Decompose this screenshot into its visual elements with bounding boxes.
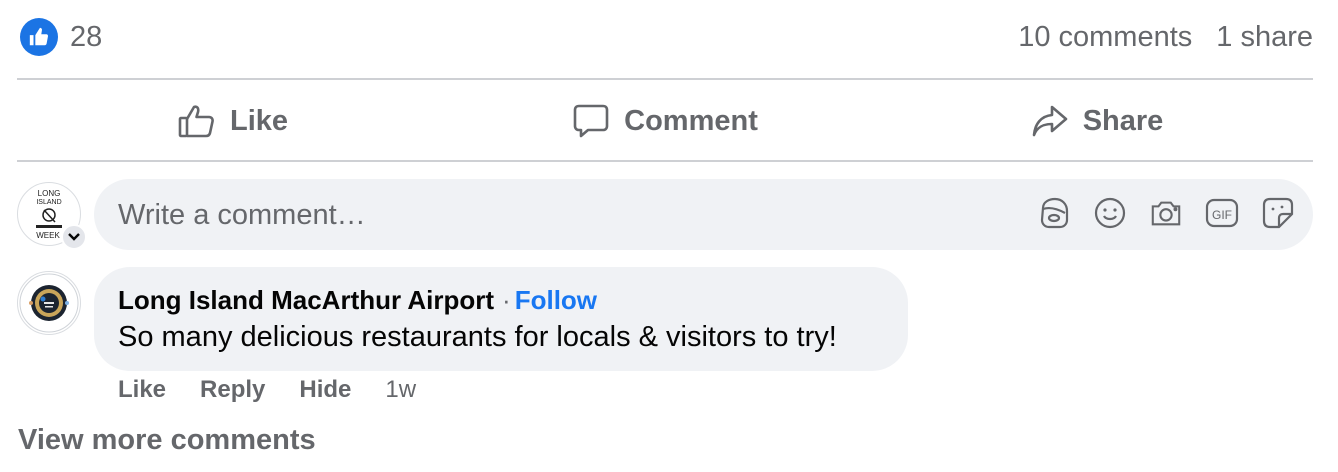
sticker-icon[interactable] <box>1261 195 1295 231</box>
svg-text:GIF: GIF <box>1212 208 1232 222</box>
view-more-comments-link[interactable]: View more comments <box>18 422 316 458</box>
composer-tools: GIF <box>1037 195 1295 231</box>
like-button[interactable]: Like <box>17 82 449 160</box>
thumbs-up-icon <box>178 103 216 139</box>
divider <box>17 160 1313 162</box>
like-reaction-icon[interactable] <box>20 18 58 56</box>
comment-input[interactable] <box>116 179 1000 252</box>
share-label: Share <box>1082 104 1164 137</box>
comment-like-link[interactable]: Like <box>118 374 166 406</box>
shares-count-link[interactable]: 1 share <box>1216 19 1313 55</box>
comment-button[interactable]: Comment <box>449 82 881 160</box>
svg-text:LONG: LONG <box>38 189 61 198</box>
comment-hide-link[interactable]: Hide <box>299 374 351 406</box>
account-switch-chevron-icon[interactable] <box>61 224 87 250</box>
comment-composer: GIF <box>94 179 1313 252</box>
emoji-icon[interactable] <box>1093 195 1127 231</box>
comment-actions: Like Reply Hide 1w <box>118 374 416 406</box>
comments-count-link[interactable]: 10 comments <box>1018 19 1192 55</box>
comment-text: So many delicious restaurants for locals… <box>118 321 837 353</box>
separator-dot: · <box>502 285 511 315</box>
commenter-avatar[interactable] <box>17 271 81 335</box>
comment-reply-link[interactable]: Reply <box>200 374 265 406</box>
divider <box>17 78 1313 80</box>
post-actions: Like Comment Share <box>17 82 1313 160</box>
reactions-summary: 28 10 comments 1 share <box>20 16 1313 60</box>
comment-author-name[interactable]: Long Island MacArthur Airport <box>118 285 494 315</box>
engagement-counts: 10 comments 1 share <box>1018 19 1313 55</box>
comment-bubble-icon <box>572 103 610 139</box>
like-label: Like <box>229 104 289 137</box>
avatar-sticker-icon[interactable] <box>1037 195 1071 231</box>
like-count[interactable]: 28 <box>70 19 102 55</box>
comment-bubble: Long Island MacArthur Airport · Follow So … <box>94 267 908 371</box>
svg-text:ISLAND: ISLAND <box>36 199 61 206</box>
comment-label: Comment <box>624 104 758 137</box>
comment-header: Long Island MacArthur Airport · Follow <box>118 284 597 316</box>
gif-icon[interactable]: GIF <box>1205 195 1239 231</box>
share-button[interactable]: Share <box>881 82 1313 160</box>
share-arrow-icon <box>1031 103 1069 139</box>
svg-text:WEEK: WEEK <box>36 231 60 240</box>
follow-button[interactable]: Follow <box>515 285 597 315</box>
comment-timestamp[interactable]: 1w <box>385 374 416 406</box>
camera-icon[interactable] <box>1149 195 1183 231</box>
